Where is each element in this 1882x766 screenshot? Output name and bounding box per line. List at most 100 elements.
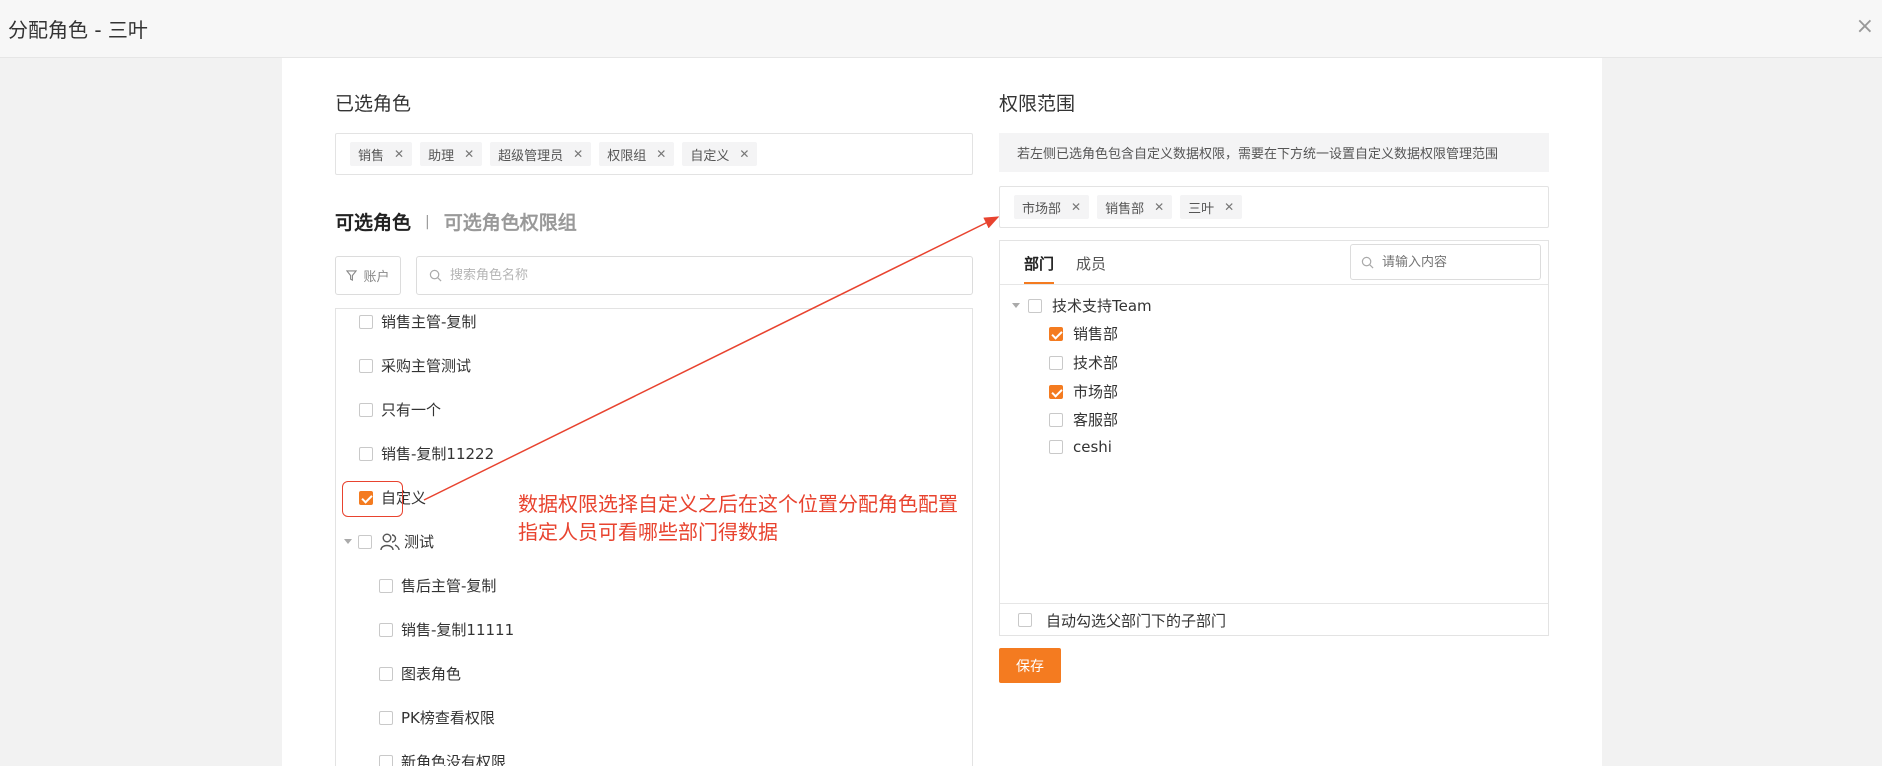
dialog-header: 分配角色 - 三叶 ×	[0, 0, 1882, 58]
chip-label: 权限组	[607, 148, 647, 164]
dept-checkbox[interactable]	[1049, 326, 1063, 341]
remove-chip-icon[interactable]: ✕	[573, 147, 583, 161]
scope-info: 若左侧已选角色包含自定义数据权限，需要在下方统一设置自定义数据权限管理范围	[999, 133, 1549, 172]
role-checkbox[interactable]	[379, 578, 393, 593]
dept-checkbox[interactable]	[1049, 384, 1063, 399]
dept-label: 技术部	[1073, 354, 1119, 372]
tree-node[interactable]: 技术支持Team	[1012, 295, 1152, 316]
dept-search-input[interactable]	[1382, 254, 1526, 270]
role-tabs: 可选角色 | 可选角色权限组	[335, 208, 577, 235]
remove-chip-icon[interactable]: ✕	[656, 147, 666, 161]
search-icon	[429, 269, 442, 282]
role-label: 销售-复制11222	[381, 445, 495, 463]
role-label: 测试	[404, 533, 435, 551]
role-checkbox[interactable]	[359, 402, 373, 417]
scope-chip: 市场部 ✕	[1014, 195, 1090, 219]
tree-node[interactable]: 销售部	[1049, 323, 1118, 344]
role-checkbox[interactable]	[379, 666, 393, 681]
dept-label: ceshi	[1073, 438, 1112, 456]
users-icon	[380, 533, 400, 550]
selected-roles-box: 销售 ✕ 助理 ✕ 超级管理员 ✕ 权限组 ✕ 自定义 ✕	[335, 133, 973, 175]
scope-chip: 销售部 ✕	[1097, 195, 1173, 219]
role-search-input[interactable]	[450, 268, 912, 283]
remove-chip-icon[interactable]: ✕	[1071, 200, 1081, 214]
list-item[interactable]: 销售主管-复制	[359, 311, 476, 332]
tab-members[interactable]: 成员	[1076, 241, 1106, 284]
chip-label: 销售部	[1105, 201, 1145, 217]
dept-label: 客服部	[1073, 411, 1119, 429]
auto-select-checkbox[interactable]	[1018, 613, 1032, 627]
list-item[interactable]: 售后主管-复制	[379, 575, 496, 596]
remove-chip-icon[interactable]: ✕	[1224, 200, 1234, 214]
dept-checkbox[interactable]	[1049, 440, 1063, 454]
role-checkbox[interactable]	[359, 446, 373, 461]
role-checkbox[interactable]	[379, 754, 393, 766]
list-item[interactable]: 销售-复制11111	[379, 619, 514, 640]
tree-node[interactable]: 市场部	[1049, 381, 1118, 402]
list-item[interactable]: 图表角色	[379, 663, 461, 684]
role-label: 只有一个	[381, 401, 442, 419]
tab-available-roles[interactable]: 可选角色	[335, 208, 411, 235]
selected-role-chip: 自定义 ✕	[682, 142, 758, 166]
dept-panel: 部门 成员 技术支持Team 销售部 技术部 市场部 客服部 ceshi 自动勾…	[999, 240, 1549, 636]
search-icon	[1361, 256, 1374, 268]
list-item[interactable]: 只有一个	[359, 399, 441, 420]
list-item[interactable]: 采购主管测试	[359, 355, 471, 376]
chip-label: 三叶	[1188, 201, 1215, 217]
selected-role-chip: 助理 ✕	[420, 142, 483, 166]
dialog-title: 分配角色 - 三叶	[8, 18, 148, 42]
remove-chip-icon[interactable]: ✕	[1154, 200, 1164, 214]
role-group-item[interactable]: 测试	[344, 531, 434, 552]
remove-chip-icon[interactable]: ✕	[464, 147, 474, 161]
chip-label: 超级管理员	[498, 148, 564, 164]
auto-select-children-option[interactable]: 自动勾选父部门下的子部门	[1000, 603, 1548, 636]
role-checkbox[interactable]	[359, 358, 373, 373]
save-button[interactable]: 保存	[999, 648, 1061, 683]
list-item[interactable]: 新角色没有权限	[379, 751, 506, 766]
selected-roles-title: 已选角色	[335, 93, 412, 115]
account-filter-button[interactable]: 账户	[335, 256, 401, 295]
dept-label: 技术支持Team	[1052, 297, 1152, 315]
tab-separator: |	[425, 213, 430, 230]
role-label: 图表角色	[401, 665, 462, 683]
selected-role-chip: 权限组 ✕	[599, 142, 675, 166]
role-checkbox[interactable]	[379, 710, 393, 725]
dept-label: 市场部	[1073, 383, 1119, 401]
chip-label: 销售	[358, 148, 385, 164]
remove-chip-icon[interactable]: ✕	[739, 147, 749, 161]
list-item[interactable]: 销售-复制11222	[359, 443, 494, 464]
dept-checkbox[interactable]	[1028, 298, 1042, 313]
close-icon[interactable]: ×	[1856, 14, 1874, 40]
chevron-down-icon[interactable]	[1012, 303, 1020, 308]
filter-label: 账户	[363, 270, 390, 285]
dept-checkbox[interactable]	[1049, 355, 1063, 370]
dept-tabs: 部门 成员	[1024, 241, 1106, 284]
tab-departments[interactable]: 部门	[1024, 241, 1055, 284]
remove-chip-icon[interactable]: ✕	[394, 147, 404, 161]
chip-label: 助理	[428, 148, 455, 164]
role-checkbox[interactable]	[359, 314, 373, 329]
dept-search[interactable]	[1350, 244, 1541, 280]
role-label: 售后主管-复制	[401, 577, 497, 595]
selected-role-chip: 超级管理员 ✕	[490, 142, 592, 166]
tree-node[interactable]: 技术部	[1049, 352, 1118, 373]
chip-label: 市场部	[1022, 201, 1062, 217]
role-label: 采购主管测试	[381, 357, 472, 375]
annotation-line-2: 指定人员可看哪些部门得数据	[518, 520, 778, 544]
scope-selected-box: 市场部 ✕ 销售部 ✕ 三叶 ✕	[999, 186, 1549, 228]
role-checkbox[interactable]	[358, 534, 372, 549]
role-label: 销售-复制11111	[401, 621, 515, 639]
scope-title: 权限范围	[999, 93, 1076, 115]
role-label: PK榜查看权限	[401, 709, 495, 727]
tree-node[interactable]: 客服部	[1049, 409, 1118, 430]
list-item[interactable]: PK榜查看权限	[379, 707, 495, 728]
tab-role-groups[interactable]: 可选角色权限组	[444, 208, 577, 235]
role-label: 销售主管-复制	[381, 313, 477, 331]
tree-node[interactable]: ceshi	[1049, 438, 1112, 456]
chevron-down-icon[interactable]	[344, 539, 352, 544]
role-search[interactable]	[416, 256, 973, 295]
chip-label: 自定义	[690, 148, 730, 164]
role-checkbox[interactable]	[379, 622, 393, 637]
annotation-text: 数据权限选择自定义之后在这个位置分配角色配置 指定人员可看哪些部门得数据	[518, 490, 958, 546]
dept-checkbox[interactable]	[1049, 412, 1063, 427]
